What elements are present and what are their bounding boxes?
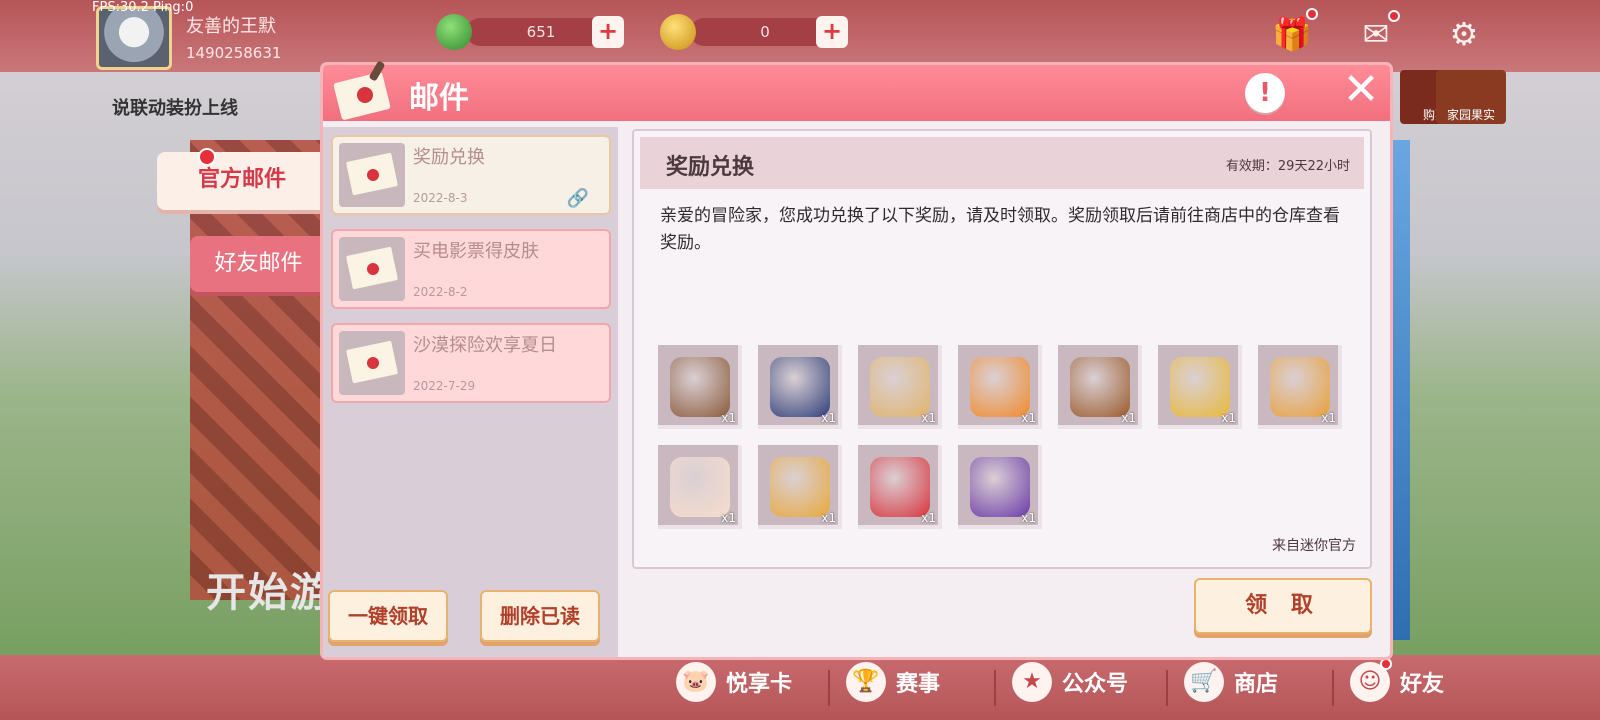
reward-item[interactable]: x1 <box>758 445 842 529</box>
mail-detail: 奖励兑换 有效期：29天22小时 亲爱的冒险家，您成功兑换了以下奖励，请及时领取… <box>632 129 1372 569</box>
mail-item[interactable]: 奖励兑换 2022-8-3 🔗 <box>331 135 611 215</box>
mail-item[interactable]: 买电影票得皮肤 2022-8-2 <box>331 229 611 309</box>
nav-events[interactable]: 🏆 赛事 <box>846 662 940 712</box>
friends-notification-dot <box>1380 658 1392 670</box>
expiry-label: 有效期：29天22小时 <box>1225 159 1350 174</box>
mail-item-date: 2022-8-2 <box>413 285 468 299</box>
gift-box-icon <box>870 457 930 517</box>
pig-icon: 🐷 <box>676 662 716 702</box>
nav-divider <box>994 670 996 706</box>
delete-read-button[interactable]: 删除已读 <box>480 590 600 642</box>
reward-quantity: x1 <box>921 411 936 425</box>
add-coins-button[interactable]: + <box>816 16 848 48</box>
mail-item-date: 2022-7-29 <box>413 379 476 393</box>
mail-window: 邮件 ! ✕ 奖励兑换 2022-8-3 🔗 买电影票得皮肤 2022-8-2 … <box>323 61 1390 657</box>
reward-item[interactable]: x1 <box>1258 345 1342 429</box>
close-button[interactable]: ✕ <box>1337 67 1385 115</box>
reward-item[interactable]: x1 <box>858 345 942 429</box>
reward-item[interactable]: x1 <box>658 345 742 429</box>
start-game-text: 开始游 <box>206 570 332 616</box>
reward-quantity: x1 <box>1121 411 1136 425</box>
star-badge-icon: ★ <box>1012 662 1052 702</box>
gift-icon[interactable]: 🎁 <box>1272 14 1312 54</box>
gear-icon[interactable]: ⚙ <box>1444 14 1484 54</box>
mail-item-title: 买电影票得皮肤 <box>413 241 539 262</box>
add-gems-button[interactable]: + <box>592 16 624 48</box>
trophy-icon: 🏆 <box>846 662 886 702</box>
player-name: 友善的王默 <box>186 16 276 37</box>
mail-title: 邮件 <box>409 81 469 116</box>
witch-avatar-icon <box>770 357 830 417</box>
claim-button[interactable]: 领 取 <box>1194 578 1372 634</box>
lion-hair-icon <box>1070 357 1130 417</box>
gloves-icon <box>1170 357 1230 417</box>
fps-readout: FPS:30.2 Ping:0 <box>92 0 194 15</box>
tab-official-mail[interactable]: 官方邮件 <box>157 152 327 210</box>
reward-item[interactable]: x1 <box>1058 345 1142 429</box>
reward-item[interactable]: x1 <box>958 345 1042 429</box>
claim-all-button[interactable]: 一键领取 <box>328 590 448 642</box>
nav-divider <box>828 670 830 706</box>
mail-list: 奖励兑换 2022-8-3 🔗 买电影票得皮肤 2022-8-2 沙漠探险欢享夏… <box>323 127 618 657</box>
carrot-icon <box>970 357 1030 417</box>
official-mail-notification-dot <box>198 148 216 166</box>
mail-notification-dot <box>1388 10 1400 22</box>
reward-quantity: x1 <box>821 411 836 425</box>
mail-detail-header: 奖励兑换 有效期：29天22小时 <box>640 137 1364 189</box>
tab-friend-mail[interactable]: 好友邮件 <box>190 236 327 292</box>
boots-icon <box>670 357 730 417</box>
cart-icon: 🛒 <box>1184 662 1224 702</box>
info-button[interactable]: ! <box>1245 73 1285 113</box>
mail-item-title: 沙漠探险欢享夏日 <box>413 335 557 356</box>
nav-official-account[interactable]: ★ 公众号 <box>1012 662 1128 712</box>
reward-quantity: x1 <box>1021 511 1036 525</box>
reward-quantity: x1 <box>1021 411 1036 425</box>
reward-quantity: x1 <box>821 511 836 525</box>
reward-item[interactable]: x1 <box>758 345 842 429</box>
face-icon <box>670 457 730 517</box>
jacket-icon <box>870 357 930 417</box>
reward-quantity: x1 <box>1321 411 1336 425</box>
nav-pass-card[interactable]: 🐷 悦享卡 <box>676 662 792 712</box>
mail-item[interactable]: 沙漠探险欢享夏日 2022-7-29 <box>331 323 611 403</box>
reward-item[interactable]: x1 <box>658 445 742 529</box>
envelope-icon <box>339 143 405 207</box>
mail-item-title: 奖励兑换 <box>413 147 485 168</box>
reward-item[interactable]: x1 <box>858 445 942 529</box>
attachment-icon: 🔗 <box>566 188 589 209</box>
mystery-bag-icon <box>970 457 1030 517</box>
sparkle-effect-icon <box>1270 357 1330 417</box>
mail-detail-title: 奖励兑换 <box>666 155 755 180</box>
reward-quantity: x1 <box>721 511 736 525</box>
envelope-icon <box>339 331 405 395</box>
nav-friends[interactable]: ☺ 好友 <box>1350 662 1444 712</box>
avatar-frame-icon <box>770 457 830 517</box>
gold-coin-icon <box>660 14 696 50</box>
news-ticker[interactable]: 说联动装扮上线 <box>112 94 238 120</box>
player-avatar[interactable] <box>96 6 172 70</box>
home-fruit-button[interactable]: 家园果实 <box>1436 70 1506 124</box>
gift-notification-dot <box>1306 8 1318 20</box>
mail-header: 邮件 ! ✕ <box>323 61 1390 121</box>
envelope-icon <box>339 237 405 301</box>
nav-shop[interactable]: 🛒 商店 <box>1184 662 1278 712</box>
reward-item[interactable]: x1 <box>958 445 1042 529</box>
nav-divider <box>1166 670 1168 706</box>
mail-detail-body: 亲爱的冒险家，您成功兑换了以下奖励，请及时领取。奖励领取后请前往商店中的仓库查看… <box>660 206 1340 253</box>
reward-item[interactable]: x1 <box>1158 345 1242 429</box>
mail-item-date: 2022-8-3 <box>413 191 468 205</box>
reward-quantity: x1 <box>1221 411 1236 425</box>
sender-label: 来自迷你官方 <box>1272 538 1356 554</box>
player-id: 1490258631 <box>186 44 282 62</box>
top-bar: 友善的王默 1490258631 651 + 0 + 🎁 ✉ ⚙ <box>0 0 1600 72</box>
green-gem-icon <box>436 14 472 50</box>
reward-quantity: x1 <box>921 511 936 525</box>
reward-quantity: x1 <box>721 411 736 425</box>
nav-divider <box>1332 670 1334 706</box>
mail-envelope-icon <box>333 61 391 120</box>
